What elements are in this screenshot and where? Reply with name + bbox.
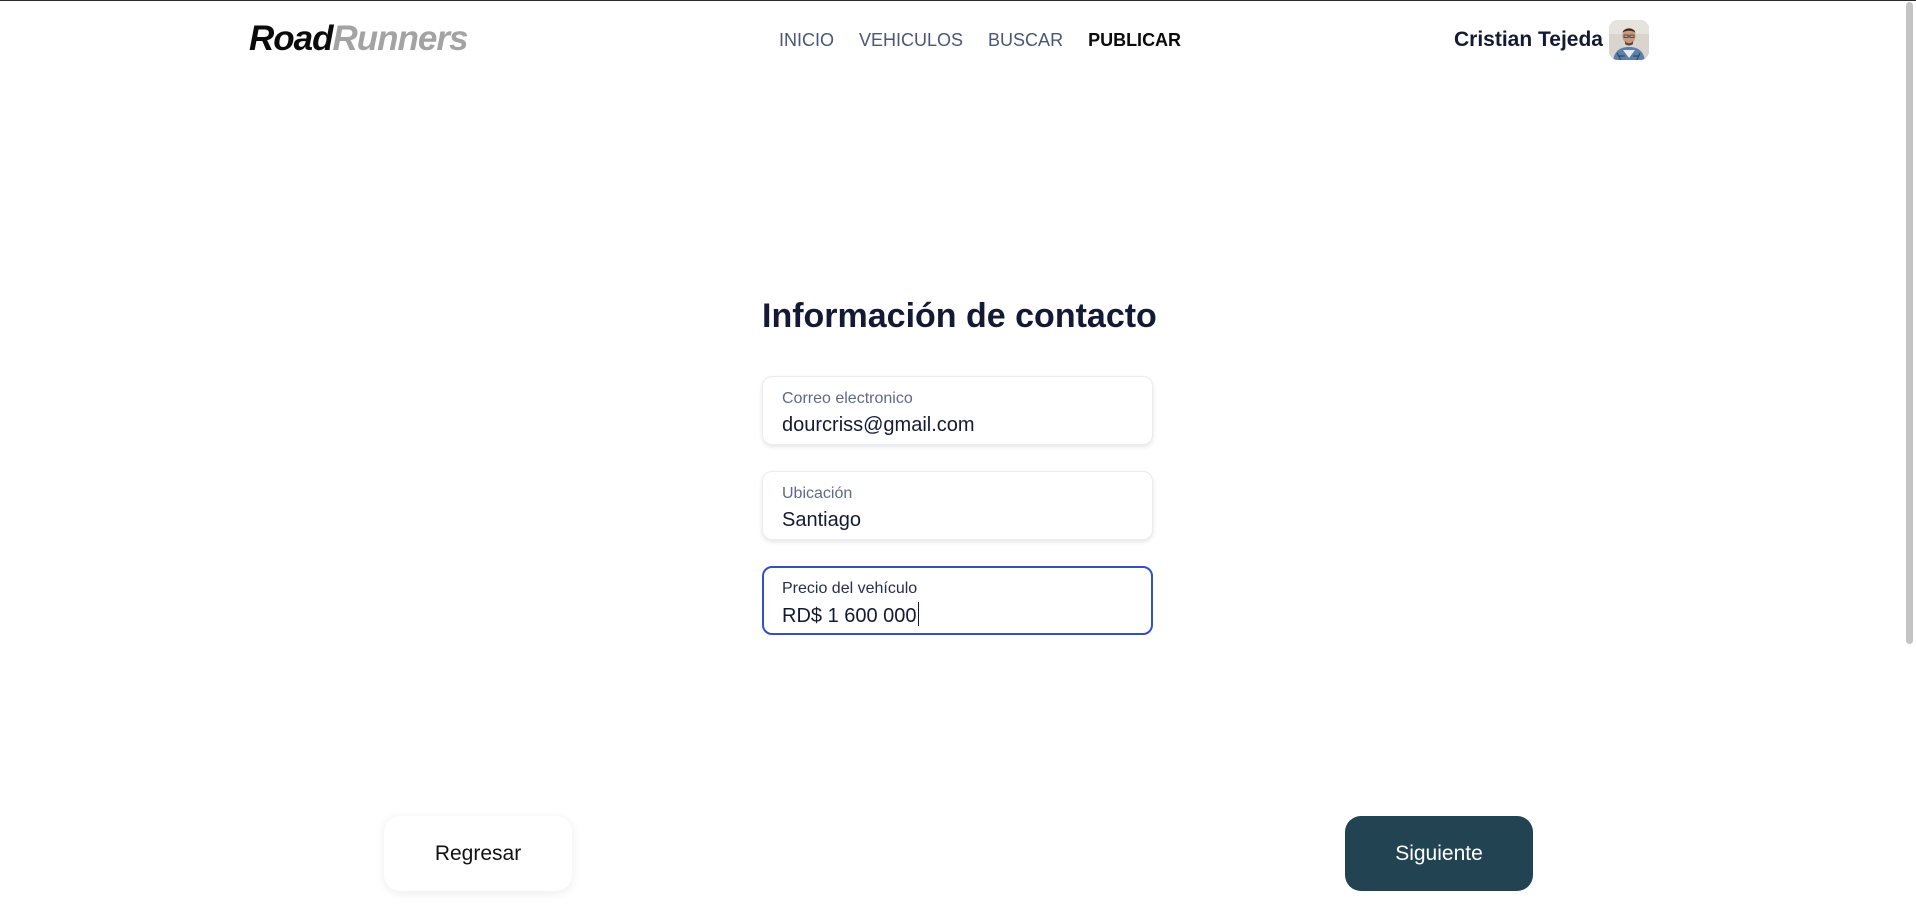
nav-buscar[interactable]: BUSCAR — [988, 28, 1063, 52]
location-field[interactable]: Ubicación Santiago — [762, 471, 1153, 540]
email-field[interactable]: Correo electronico dourcriss@gmail.com — [762, 376, 1153, 445]
nav-publicar[interactable]: PUBLICAR — [1088, 28, 1181, 52]
page-scrollbar[interactable] — [1902, 1, 1916, 912]
form-title: Información de contacto — [762, 297, 1157, 335]
email-input[interactable]: dourcriss@gmail.com — [782, 412, 1133, 438]
user-menu[interactable]: Cristian Tejeda — [1454, 20, 1649, 60]
user-name: Cristian Tejeda — [1454, 28, 1603, 51]
nav-vehiculos[interactable]: VEHICULOS — [859, 28, 963, 52]
user-avatar-icon[interactable] — [1609, 20, 1649, 60]
back-button[interactable]: Regresar — [384, 816, 572, 891]
price-field[interactable]: Precio del vehículo RD$ 1 600 000 — [762, 566, 1153, 635]
email-field-label: Correo electronico — [782, 390, 913, 407]
scrollbar-thumb[interactable] — [1906, 2, 1913, 644]
price-input[interactable]: RD$ 1 600 000 — [782, 605, 917, 627]
location-field-label: Ubicación — [782, 485, 853, 502]
price-field-label: Precio del vehículo — [782, 580, 918, 597]
price-input-wrapper[interactable]: RD$ 1 600 000 — [782, 602, 1133, 629]
location-input[interactable]: Santiago — [782, 507, 1133, 533]
top-navigation-bar: RoadRunners INICIO VEHICULOS BUSCAR PUBL… — [0, 1, 1916, 79]
logo-road-text: Road — [249, 19, 333, 58]
logo-runners-text: Runners — [332, 19, 469, 58]
nav-inicio[interactable]: INICIO — [779, 28, 834, 52]
roadrunners-logo[interactable]: RoadRunners — [249, 19, 469, 59]
next-button[interactable]: Siguiente — [1345, 816, 1533, 891]
text-caret — [917, 602, 919, 626]
main-nav: INICIO VEHICULOS BUSCAR PUBLICAR — [779, 28, 1181, 52]
